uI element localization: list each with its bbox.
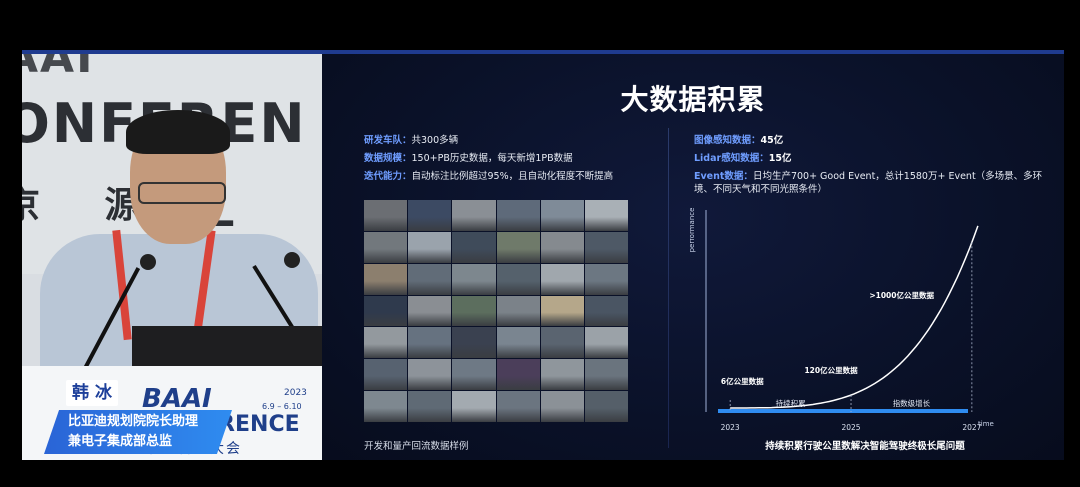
sample-thumbnail — [540, 200, 584, 231]
sample-thumbnail — [584, 263, 628, 295]
microphone-head — [284, 252, 300, 268]
sample-thumbnail — [408, 359, 452, 391]
slide-title: 大数据积累 — [620, 83, 766, 116]
sample-thumbnail — [540, 295, 584, 327]
info-line: 境、不同天气和不同光照条件） — [694, 181, 827, 195]
sample-thumbnail — [364, 359, 408, 391]
sample-thumbnail — [452, 231, 496, 263]
sample-image-grid — [364, 200, 628, 422]
growth-chart: performancetime2023 2025 2027持续积累 指数级增长6亿公里… — [690, 208, 994, 432]
sample-thumbnail — [496, 263, 540, 295]
data-annotation: 120亿公里数据 — [804, 365, 858, 375]
info-line: 迭代能力：自动标注比例超过95%，且自动化程度不断提高 — [364, 168, 613, 182]
sample-thumbnail — [584, 295, 628, 327]
grid-caption: 开发和量产回流数据样例 — [364, 441, 469, 452]
info-value: 自动标注比例超过95%，且自动化程度不断提高 — [411, 171, 614, 182]
sample-thumbnail — [496, 391, 540, 422]
column-divider — [668, 128, 669, 448]
sample-thumbnail — [408, 327, 452, 359]
presentation-slide: 大数据积累 研发车队：共300多辆 数据规模：150+PB历史数据，每天新增1P… — [322, 54, 1064, 460]
info-line: 图像感知数据：45亿 — [694, 132, 783, 146]
sample-thumbnail — [364, 295, 408, 327]
sample-thumbnail — [496, 295, 540, 327]
info-line: Event数据：日均生产700+ Good Event，总计1580万+ Eve… — [694, 168, 1042, 182]
speaker-title-line2: 兼电子集成部总监 — [68, 434, 173, 449]
sample-thumbnail — [540, 327, 584, 359]
phase-label: 指数级增长 — [893, 398, 931, 408]
info-value: 150+PB历史数据，每天新增1PB数据 — [411, 153, 573, 164]
sample-thumbnail — [452, 327, 496, 359]
sample-thumbnail — [496, 231, 540, 263]
sample-thumbnail — [452, 263, 496, 295]
y-axis-label: performance — [690, 208, 696, 253]
info-key: Lidar感知数据： — [694, 153, 769, 164]
speaker-title-tag: 比亚迪规划院院长助理 兼电子集成部总监 — [44, 410, 232, 454]
sample-thumbnail — [540, 359, 584, 391]
brand-logo: BAAI — [142, 384, 212, 414]
x-tick-label: 2025 — [841, 423, 860, 432]
info-line: Lidar感知数据：15亿 — [694, 150, 791, 164]
backdrop-text: AAI — [22, 54, 95, 83]
sample-thumbnail — [540, 391, 584, 422]
info-key: 迭代能力： — [364, 171, 412, 182]
sample-thumbnail — [364, 263, 408, 295]
info-value: 共300多辆 — [411, 135, 459, 146]
sample-thumbnail — [408, 295, 452, 327]
sample-thumbnail — [584, 327, 628, 359]
sample-thumbnail — [364, 200, 408, 231]
info-value: 15亿 — [768, 153, 792, 164]
sample-thumbnail — [408, 263, 452, 295]
sample-thumbnail — [408, 200, 452, 231]
sample-thumbnail — [364, 391, 408, 422]
microphone-head — [140, 254, 156, 270]
sample-thumbnail — [584, 200, 628, 231]
sample-thumbnail — [452, 295, 496, 327]
info-key: 研发车队： — [364, 135, 412, 146]
sample-thumbnail — [364, 327, 408, 359]
growth-curve — [730, 225, 979, 409]
sample-thumbnail — [452, 359, 496, 391]
x-axis-bar — [718, 409, 968, 413]
year-label: 2023 — [284, 388, 307, 398]
data-annotation: 6亿公里数据 — [721, 376, 764, 386]
info-line: 数据规模：150+PB历史数据，每天新增1PB数据 — [364, 150, 573, 164]
phase-label: 持续积累 — [776, 398, 806, 408]
info-value: 境、不同天气和不同光照条件） — [694, 184, 828, 195]
info-value: 45亿 — [760, 135, 784, 146]
speaker-name-tag: 韩 冰 — [66, 380, 118, 406]
sample-thumbnail — [496, 200, 540, 231]
info-key: 数据规模： — [364, 153, 412, 164]
info-line: 研发车队：共300多辆 — [364, 132, 458, 146]
glasses — [138, 182, 226, 204]
sample-thumbnail — [584, 359, 628, 391]
sample-thumbnail — [584, 231, 628, 263]
chart-caption: 持续积累行驶公里数解决智能驾驶终极长尾问题 — [765, 441, 965, 452]
sample-thumbnail — [540, 263, 584, 295]
date-label: 6.9 – 6.10 — [262, 402, 302, 411]
sample-thumbnail — [408, 391, 452, 422]
speaker-title-line1: 比亚迪规划院院长助理 — [68, 414, 199, 429]
sample-thumbnail — [452, 391, 496, 422]
x-tick-label: 2027 — [962, 423, 981, 432]
sample-thumbnail — [584, 391, 628, 422]
sample-thumbnail — [408, 231, 452, 263]
data-annotation: >1000亿公里数据 — [869, 290, 934, 300]
x-tick-label: 2023 — [721, 423, 740, 432]
sample-thumbnail — [452, 200, 496, 231]
sample-thumbnail — [496, 327, 540, 359]
sample-thumbnail — [496, 359, 540, 391]
sample-thumbnail — [540, 231, 584, 263]
sample-thumbnail — [364, 231, 408, 263]
speaker-hair — [126, 110, 230, 154]
info-key: 图像感知数据： — [694, 135, 761, 146]
